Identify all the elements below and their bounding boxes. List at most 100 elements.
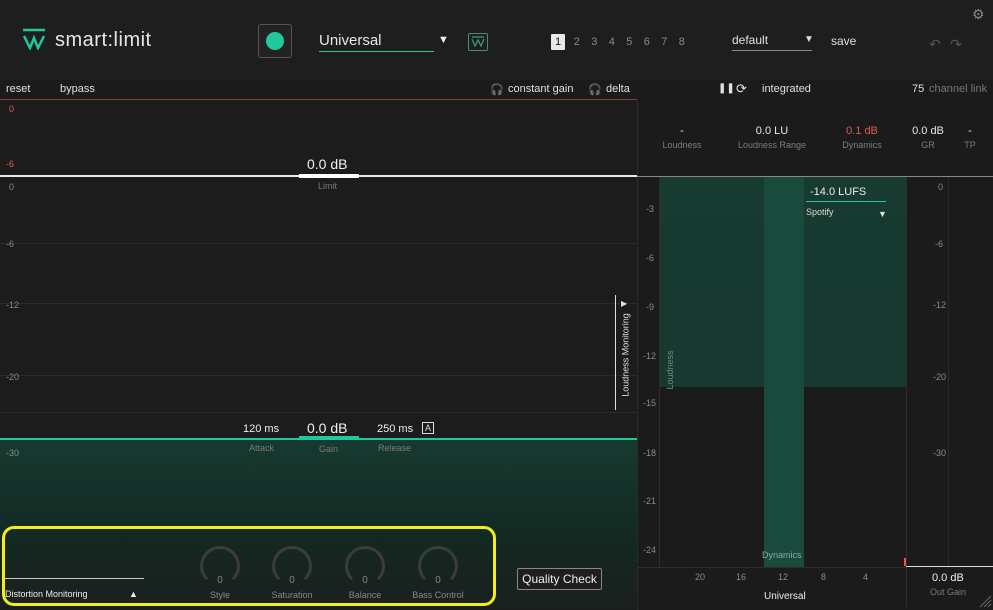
out-gain-tick: -20 — [933, 372, 947, 382]
limit-handle[interactable] — [299, 174, 359, 178]
gain-scale-label: -20 — [6, 372, 20, 382]
loudness-y-tick: -15 — [643, 398, 657, 408]
tp-label: TP — [964, 140, 976, 150]
wave-icon — [471, 36, 485, 48]
out-gain-tick: 0 — [938, 182, 944, 192]
loudness-range-label: Loudness Range — [737, 140, 807, 150]
auto-release-button[interactable]: A — [422, 422, 434, 434]
header: smart:limit Universal ▼ 1 2 3 4 5 6 7 8 … — [0, 0, 993, 80]
loudness-meter-value: - — [680, 125, 684, 137]
loudness-x-tick: 8 — [821, 572, 827, 582]
loudness-x-tick: 20 — [695, 572, 706, 582]
loudness-y-tick: -3 — [646, 204, 655, 214]
brand-title: smart:limit — [55, 29, 152, 51]
loudness-y-tick: -9 — [646, 302, 655, 312]
slot-1[interactable]: 1 — [551, 34, 565, 50]
out-gain-divider — [906, 177, 907, 607]
slot-4[interactable]: 4 — [603, 34, 621, 50]
gain-handle[interactable] — [299, 436, 359, 440]
out-gain-label: Out Gain — [930, 587, 967, 597]
profile-select[interactable]: Universal — [319, 32, 434, 52]
dynamics-axis-label: Dynamics — [762, 550, 802, 560]
grid-line — [0, 412, 637, 413]
loudness-y-tick: -18 — [643, 448, 657, 458]
redo-icon[interactable]: ↷ — [950, 36, 962, 53]
out-gain-handle[interactable] — [906, 566, 993, 567]
loudness-meter-label: Loudness — [662, 140, 702, 150]
pause-icon[interactable]: ❚❚ — [718, 83, 735, 94]
gr-value: 0.0 dB — [912, 125, 944, 137]
delta-button[interactable]: delta — [606, 83, 630, 95]
out-gain-tick: -6 — [935, 239, 944, 249]
smart-limit-logo-icon — [22, 28, 46, 50]
learn-button[interactable] — [258, 24, 292, 58]
loudness-y-tick: -12 — [643, 351, 657, 361]
attack-value[interactable]: 120 ms — [243, 423, 279, 435]
loudness-monitoring-label[interactable]: Loudness Monitoring — [621, 298, 631, 413]
slot-7[interactable]: 7 — [656, 34, 674, 50]
gain-scale-label: 0 — [9, 182, 15, 192]
dynamics-value: 0.1 dB — [846, 125, 878, 137]
profile-mode-button[interactable] — [468, 33, 488, 51]
loudness-x-tick: 4 — [863, 572, 869, 582]
dynamics-band — [764, 177, 804, 567]
loudness-x-tick: 12 — [778, 572, 789, 582]
platform-dropdown-icon[interactable]: ▼ — [878, 209, 887, 219]
out-gain-tick: -30 — [933, 448, 947, 458]
loudness-axis-label: Loudness — [665, 350, 675, 390]
slot-2[interactable]: 2 — [568, 34, 586, 50]
slot-6[interactable]: 6 — [638, 34, 656, 50]
graph-bottom-axis — [637, 567, 907, 568]
slot-5[interactable]: 5 — [621, 34, 639, 50]
resize-handle-icon[interactable] — [978, 594, 992, 608]
preset-dropdown-icon[interactable]: ▼ — [804, 34, 814, 45]
profile-label: Universal — [764, 591, 806, 602]
channel-link-value[interactable]: 75 — [912, 83, 924, 95]
save-button[interactable]: save — [831, 34, 856, 48]
gain-value[interactable]: 0.0 dB — [307, 420, 347, 436]
record-dot-icon — [266, 32, 284, 50]
gain-scale-label: -30 — [6, 448, 20, 458]
constant-gain-button[interactable]: constant gain — [508, 83, 573, 95]
bypass-button[interactable]: bypass — [60, 83, 95, 95]
attack-label: Attack — [249, 443, 275, 453]
slot-3[interactable]: 3 — [586, 34, 604, 50]
loudness-y-tick: -6 — [646, 253, 655, 263]
tp-value: - — [968, 125, 972, 137]
quality-check-button[interactable]: Quality Check — [517, 568, 602, 590]
target-loudness-input[interactable]: -14.0 LUFS — [806, 186, 886, 202]
limit-scale-0: 0 — [9, 104, 15, 114]
undo-icon[interactable]: ↶ — [929, 36, 941, 53]
gain-label: Gain — [319, 444, 339, 454]
gear-icon[interactable]: ⚙ — [972, 6, 985, 23]
reset-button[interactable]: reset — [6, 83, 30, 95]
limit-value[interactable]: 0.0 dB — [307, 156, 347, 172]
distortion-highlight-box — [2, 526, 496, 606]
release-value[interactable]: 250 ms — [377, 423, 413, 435]
dynamics-label: Dynamics — [842, 140, 882, 150]
platform-select[interactable]: Spotify — [806, 207, 834, 217]
toolbar: reset bypass 🎧 constant gain 🎧 delta ❚❚ … — [0, 80, 993, 100]
grid-line — [0, 303, 637, 304]
out-gain-track — [948, 177, 949, 567]
integrated-mode[interactable]: integrated — [762, 83, 811, 95]
reset-loudness-icon[interactable]: ⟳ — [736, 81, 747, 97]
limit-scale-6: -6 — [6, 159, 15, 169]
out-gain-tick: -12 — [933, 300, 947, 310]
preset-slots: 1 2 3 4 5 6 7 8 — [551, 34, 691, 50]
out-gain-value[interactable]: 0.0 dB — [932, 572, 964, 584]
gain-scale-label: -6 — [6, 239, 15, 249]
slot-8[interactable]: 8 — [673, 34, 691, 50]
loudness-x-tick: 16 — [736, 572, 747, 582]
preset-select[interactable]: default — [732, 33, 812, 51]
grid-line — [0, 243, 637, 244]
loudness-range-value: 0.0 LU — [755, 125, 789, 137]
chevron-right-icon[interactable]: ▶ — [621, 299, 627, 308]
grid-line — [0, 375, 637, 376]
smart-limit-plugin: smart:limit Universal ▼ 1 2 3 4 5 6 7 8 … — [0, 0, 993, 610]
peak-indicator — [904, 558, 906, 566]
gain-scale-label: -12 — [6, 300, 20, 310]
channel-link-label: channel link — [929, 83, 988, 95]
profile-dropdown-icon[interactable]: ▼ — [438, 34, 449, 46]
limit-label: Limit — [318, 181, 338, 191]
